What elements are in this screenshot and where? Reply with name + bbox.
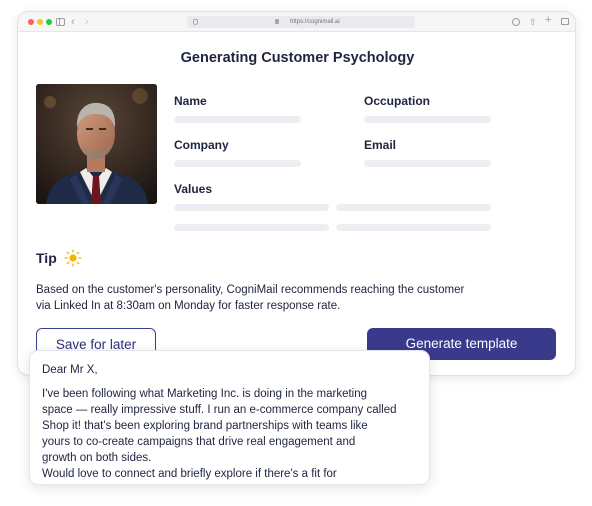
customer-photo xyxy=(36,84,157,204)
values-skeleton xyxy=(336,224,491,231)
email-body-line: space — really impressive stuff. I run a… xyxy=(42,403,397,416)
download-icon[interactable] xyxy=(512,18,520,26)
customer-portrait-image xyxy=(36,84,157,204)
email-body-line: growth on both sides. xyxy=(42,451,152,464)
privacy-shield-icon xyxy=(193,19,198,25)
email-body-line: I've been following what Marketing Inc. … xyxy=(42,388,368,400)
browser-window: ‹ › https://cognimail.ai ⇧ + Generating … xyxy=(17,11,576,376)
email-body-line: Would love to connect and briefly explor… xyxy=(42,467,337,480)
address-bar[interactable]: https://cognimail.ai xyxy=(187,16,415,28)
new-tab-icon[interactable]: + xyxy=(545,15,551,26)
lock-icon xyxy=(275,19,279,24)
tip-label: Tip xyxy=(36,250,57,266)
sidebar-toggle-icon[interactable] xyxy=(56,18,65,26)
close-window-button[interactable] xyxy=(28,19,34,25)
email-skeleton xyxy=(364,160,491,167)
occupation-label: Occupation xyxy=(364,94,431,108)
values-skeleton xyxy=(174,224,329,231)
email-body-line: yours to co-create campaigns that drive … xyxy=(42,435,356,448)
address-url: https://cognimail.ai xyxy=(290,19,340,25)
tip-text-line: via Linked In at 8:30am on Monday for fa… xyxy=(36,300,341,312)
tip-text-line: Based on the customer's personality, Cog… xyxy=(36,284,465,296)
email-draft-card[interactable]: Dear Mr X, I've been following what Mark… xyxy=(29,350,430,485)
values-skeleton xyxy=(336,204,491,211)
tip-text: Based on the customer's personality, Cog… xyxy=(36,282,516,314)
maximize-window-button[interactable] xyxy=(46,19,52,25)
name-label: Name xyxy=(174,94,207,108)
tab-overview-icon[interactable] xyxy=(561,18,569,25)
occupation-skeleton xyxy=(364,116,491,123)
email-label: Email xyxy=(364,138,397,152)
email-body: I've been following what Marketing Inc. … xyxy=(42,387,428,482)
values-label: Values xyxy=(174,182,213,196)
forward-arrow-icon[interactable]: › xyxy=(85,15,89,29)
share-icon[interactable]: ⇧ xyxy=(529,17,537,27)
company-skeleton xyxy=(174,160,301,167)
page-title: Generating Customer Psychology xyxy=(180,50,415,66)
sun-icon xyxy=(64,249,82,267)
company-label: Company xyxy=(174,138,229,152)
browser-toolbar: ‹ › https://cognimail.ai ⇧ + xyxy=(18,12,575,32)
email-greeting: Dear Mr X, xyxy=(42,364,98,376)
values-skeleton xyxy=(174,204,329,211)
email-body-line: Shop it! that's been exploring brand par… xyxy=(42,419,368,432)
back-arrow-icon[interactable]: ‹ xyxy=(71,15,75,29)
name-skeleton xyxy=(174,116,301,123)
minimize-window-button[interactable] xyxy=(37,19,43,25)
